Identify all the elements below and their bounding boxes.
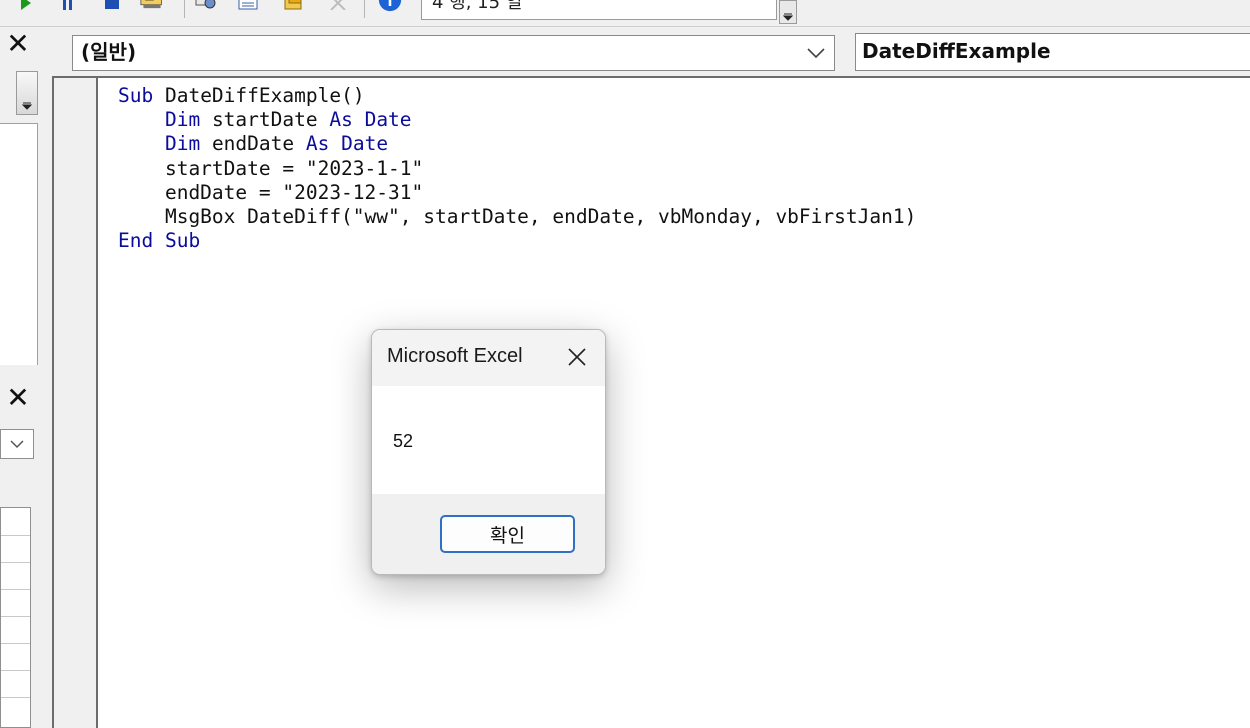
code-line[interactable]: Sub DateDiffExample() bbox=[118, 84, 916, 108]
properties-object-combo[interactable] bbox=[0, 429, 34, 459]
dialog-titlebar: Microsoft Excel bbox=[372, 330, 605, 386]
chevron-down-icon bbox=[783, 13, 793, 21]
dialog-body: 52 bbox=[372, 386, 605, 494]
object-browser-icon[interactable] bbox=[282, 0, 306, 14]
object-combo[interactable]: (일반) bbox=[72, 35, 835, 71]
chevron-down-icon bbox=[10, 440, 24, 449]
close-icon[interactable]: ✕ bbox=[3, 29, 33, 59]
code-token: endDate bbox=[200, 132, 306, 156]
code-keyword: Date bbox=[364, 108, 412, 132]
dialog-footer: 확인 bbox=[372, 494, 605, 574]
close-icon[interactable] bbox=[564, 344, 590, 370]
code-line[interactable]: End Sub bbox=[118, 229, 916, 253]
close-icon[interactable]: ✕ bbox=[3, 383, 33, 413]
ok-button[interactable]: 확인 bbox=[440, 515, 575, 553]
code-editor[interactable]: Sub DateDiffExample() Dim startDate As D… bbox=[52, 76, 1250, 728]
toolbar-overflow-button[interactable] bbox=[779, 0, 797, 24]
properties-window-icon[interactable] bbox=[236, 0, 260, 14]
toolbox-icon[interactable] bbox=[326, 0, 350, 14]
margin-indicator-bar[interactable] bbox=[54, 78, 98, 728]
code-keyword: End bbox=[118, 229, 154, 253]
panel-scroll-button[interactable] bbox=[16, 71, 38, 115]
chevron-down-icon bbox=[22, 102, 32, 110]
object-combo-value: (일반) bbox=[81, 40, 137, 64]
code-keyword: As bbox=[305, 132, 330, 156]
code-token: endDate = "2023-12-31" bbox=[118, 180, 424, 204]
standard-toolbar: 4 행, 15 열 bbox=[0, 0, 1250, 26]
code-token: startDate = "2023-1-1" bbox=[118, 156, 424, 180]
code-keyword: Sub bbox=[164, 229, 201, 253]
procedure-combo[interactable]: DateDiffExample bbox=[855, 33, 1250, 71]
code-keyword: Date bbox=[341, 132, 389, 156]
dialog-message: 52 bbox=[393, 431, 414, 451]
left-dock-panel: ✕ ✕ bbox=[0, 27, 52, 728]
cursor-position-readout: 4 행, 15 열 bbox=[421, 0, 777, 20]
break-icon[interactable] bbox=[56, 0, 80, 14]
code-line[interactable]: endDate = "2023-12-31" bbox=[118, 181, 916, 205]
message-box-dialog: Microsoft Excel 52 확인 bbox=[371, 329, 606, 575]
code-line[interactable]: MsgBox DateDiff("ww", startDate, endDate… bbox=[118, 205, 916, 229]
code-keyword: Dim bbox=[164, 132, 201, 156]
code-line[interactable]: Dim startDate As Date bbox=[118, 108, 916, 132]
code-token: DateDiffExample() bbox=[153, 84, 365, 107]
code-token: startDate bbox=[200, 108, 330, 132]
code-keyword: As bbox=[329, 108, 353, 132]
project-explorer-icon[interactable] bbox=[194, 0, 218, 14]
code-keyword: Sub bbox=[118, 84, 154, 107]
code-keyword: Dim bbox=[164, 108, 201, 132]
run-icon[interactable] bbox=[14, 0, 38, 14]
code-line[interactable]: Dim endDate As Date bbox=[118, 132, 916, 156]
code-line[interactable]: startDate = "2023-1-1" bbox=[118, 157, 916, 181]
help-icon[interactable] bbox=[378, 0, 402, 14]
project-tree-panel[interactable] bbox=[0, 123, 38, 365]
code-token: MsgBox DateDiff("ww", startDate, endDate… bbox=[118, 205, 917, 229]
chevron-down-icon bbox=[807, 48, 825, 59]
properties-grid[interactable] bbox=[0, 507, 31, 728]
procedure-combo-value: DateDiffExample bbox=[862, 39, 1051, 63]
reset-icon[interactable] bbox=[100, 0, 124, 14]
design-mode-icon[interactable] bbox=[140, 0, 164, 14]
code-text[interactable]: Sub DateDiffExample() Dim startDate As D… bbox=[118, 84, 916, 253]
dialog-title: Microsoft Excel bbox=[387, 345, 523, 367]
